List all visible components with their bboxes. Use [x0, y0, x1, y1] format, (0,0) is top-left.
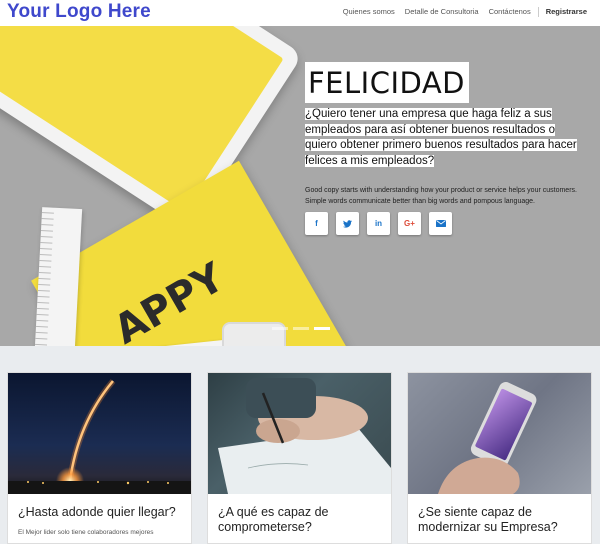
brand-logo[interactable]: Your Logo Here — [7, 1, 151, 23]
main-nav: Quienes somos Detalle de Consultoria Con… — [338, 7, 592, 17]
linkedin-button[interactable]: in — [367, 212, 390, 235]
carousel-indicator-2[interactable] — [293, 327, 309, 330]
carousel-indicator-3[interactable] — [314, 327, 330, 330]
twitter-button[interactable] — [336, 212, 359, 235]
email-button[interactable] — [429, 212, 452, 235]
facebook-button[interactable]: f — [305, 212, 328, 235]
linkedin-icon: in — [374, 219, 383, 228]
top-navbar: Your Logo Here Quienes somos Detalle de … — [0, 0, 600, 27]
hero-phone-image — [222, 322, 286, 346]
hero-ruler-image — [33, 207, 83, 346]
card-title: ¿Hasta adonde quier llegar? — [18, 505, 176, 519]
hero-title: FELICIDAD — [305, 62, 470, 103]
card-2[interactable]: ¿A qué es capaz de comprometerse? — [207, 372, 392, 544]
twitter-icon — [343, 219, 352, 228]
facebook-icon: f — [315, 219, 318, 228]
card-title: ¿A qué es capaz de comprometerse? — [218, 505, 329, 534]
writing-hand-image — [218, 378, 391, 494]
card-3[interactable]: ¿Se siente capaz de modernizar su Empres… — [407, 372, 592, 544]
card-image-rocket — [8, 373, 191, 494]
nav-divider — [537, 7, 539, 17]
nav-link-quienes-somos[interactable]: Quienes somos — [338, 7, 400, 17]
nav-link-detalle-consultoria[interactable]: Detalle de Consultoria — [400, 7, 484, 17]
envelope-icon — [435, 220, 446, 227]
register-link[interactable]: Registrarse — [541, 7, 592, 17]
rocket-launch-image — [8, 379, 191, 494]
card-image-writing — [208, 373, 391, 494]
hero-subtitle: ¿Quiero tener una empresa que haga feliz… — [305, 108, 577, 167]
carousel-indicator-1[interactable] — [272, 327, 288, 330]
carousel-indicators — [272, 327, 335, 330]
hero-carousel: APPY FELICIDAD ¿Quiero tener una empresa… — [0, 26, 600, 346]
hero-description: Good copy starts with understanding how … — [305, 187, 577, 205]
google-plus-icon: G+ — [404, 219, 415, 228]
smartphone-hand-image — [438, 382, 537, 494]
social-buttons: f in G+ — [305, 212, 460, 235]
card-1[interactable]: ¿Hasta adonde quier llegar? El Mejor lid… — [7, 372, 192, 544]
card-title: ¿Se siente capaz de modernizar su Empres… — [418, 505, 558, 534]
hero-caption: FELICIDAD ¿Quiero tener una empresa que … — [305, 62, 590, 207]
google-plus-button[interactable]: G+ — [398, 212, 421, 235]
card-text: El Mejor lider solo tiene colaboradores … — [18, 529, 154, 536]
nav-link-contactenos[interactable]: Contáctenos — [484, 7, 536, 17]
card-image-smartphone — [408, 373, 591, 494]
